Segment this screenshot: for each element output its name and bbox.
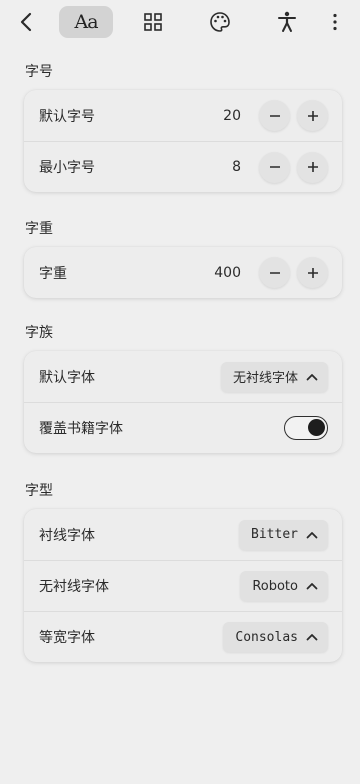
palette-icon	[210, 12, 230, 32]
min-size-row: 最小字号 8	[24, 141, 342, 192]
section-title-font-weight: 字重	[25, 221, 53, 237]
accessibility-icon	[278, 11, 296, 32]
chevron-up-icon	[306, 582, 318, 590]
more-vertical-icon	[333, 13, 337, 31]
min-size-label: 最小字号	[39, 160, 95, 176]
font-weight-increase-button[interactable]	[297, 257, 328, 288]
default-font-select[interactable]: 无衬线字体	[220, 361, 328, 392]
sans-font-row: 无衬线字体 Roboto	[24, 560, 342, 611]
mono-font-select[interactable]: Consolas	[223, 622, 328, 652]
tab-font[interactable]: Aa	[59, 6, 113, 38]
font-size-card: 默认字号 20 最小字号 8	[24, 90, 342, 192]
override-book-font-label: 覆盖书籍字体	[39, 421, 123, 437]
section-title-font-family: 字族	[25, 325, 53, 341]
more-button[interactable]	[320, 6, 350, 38]
font-weight-row: 字重 400	[24, 247, 342, 298]
font-weight-decrease-button[interactable]	[259, 257, 290, 288]
serif-font-value: Bitter	[251, 527, 298, 542]
plus-icon	[307, 162, 318, 172]
typeface-card: 衬线字体 Bitter 无衬线字体 Roboto 等宽字体 Consolas	[24, 509, 342, 662]
min-size-decrease-button[interactable]	[259, 151, 290, 183]
chevron-up-icon	[306, 633, 318, 641]
sans-font-select[interactable]: Roboto	[240, 571, 328, 601]
plus-icon	[307, 267, 318, 278]
sans-font-value: Roboto	[252, 578, 298, 594]
chevron-up-icon	[306, 373, 318, 381]
override-book-font-row: 覆盖书籍字体	[24, 402, 342, 453]
tab-theme[interactable]	[203, 6, 237, 38]
section-title-typeface: 字型	[25, 483, 53, 499]
font-weight-card: 字重 400	[24, 247, 342, 298]
default-size-row: 默认字号 20	[24, 90, 342, 141]
plus-icon	[307, 110, 318, 121]
mono-font-label: 等宽字体	[39, 630, 95, 646]
top-toolbar: Aa	[0, 0, 360, 46]
font-family-card: 默认字体 无衬线字体 覆盖书籍字体	[24, 351, 342, 453]
back-arrow-icon	[20, 12, 32, 32]
layout-grid-icon	[144, 13, 162, 31]
default-size-decrease-button[interactable]	[259, 100, 290, 131]
minus-icon	[269, 166, 280, 168]
minus-icon	[269, 271, 280, 274]
sans-font-label: 无衬线字体	[39, 579, 109, 595]
font-weight-value: 400	[214, 264, 241, 281]
section-title-font-size: 字号	[25, 64, 53, 80]
mono-font-value: Consolas	[235, 629, 298, 645]
tab-accessibility[interactable]	[270, 6, 304, 38]
min-size-value: 8	[232, 159, 241, 175]
default-size-value: 20	[223, 107, 241, 124]
font-icon-label: Aa	[74, 11, 98, 33]
tab-layout[interactable]	[136, 6, 170, 38]
serif-font-label: 衬线字体	[39, 527, 95, 544]
font-weight-label: 字重	[39, 265, 67, 282]
default-font-label: 默认字体	[39, 369, 95, 386]
serif-font-select[interactable]: Bitter	[239, 519, 328, 550]
toggle-knob	[308, 419, 325, 436]
min-size-increase-button[interactable]	[297, 151, 328, 183]
minus-icon	[269, 114, 280, 117]
default-font-row: 默认字体 无衬线字体	[24, 351, 342, 402]
default-size-label: 默认字号	[39, 108, 95, 125]
default-font-value: 无衬线字体	[232, 371, 298, 386]
mono-font-row: 等宽字体 Consolas	[24, 611, 342, 662]
default-size-increase-button[interactable]	[297, 100, 328, 131]
font-size-icon: Aa	[74, 11, 98, 33]
override-book-font-toggle[interactable]	[284, 416, 328, 440]
back-button[interactable]	[10, 6, 42, 38]
serif-font-row: 衬线字体 Bitter	[24, 509, 342, 560]
chevron-up-icon	[306, 531, 318, 539]
